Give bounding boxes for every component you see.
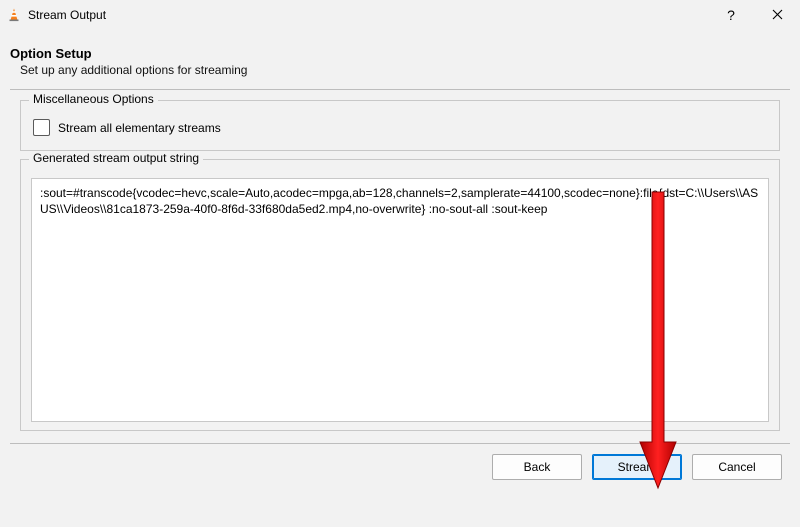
stream-button[interactable]: Stream (592, 454, 682, 480)
cancel-button[interactable]: Cancel (692, 454, 782, 480)
close-button[interactable] (754, 0, 800, 30)
page-title: Option Setup (10, 46, 790, 61)
close-icon (772, 7, 783, 23)
back-button[interactable]: Back (492, 454, 582, 480)
checkbox-stream-all-elementary[interactable]: Stream all elementary streams (31, 115, 769, 140)
page-header: Option Setup Set up any additional optio… (0, 30, 800, 85)
group-legend: Miscellaneous Options (29, 92, 158, 106)
divider (10, 89, 790, 90)
group-miscellaneous-options: Miscellaneous Options Stream all element… (20, 100, 780, 151)
checkbox-box-icon (33, 119, 50, 136)
help-button[interactable]: ? (708, 0, 754, 30)
dialog-footer: Back Stream Cancel (0, 444, 800, 490)
window-title: Stream Output (28, 8, 708, 22)
group-legend: Generated stream output string (29, 151, 203, 165)
checkbox-label: Stream all elementary streams (58, 121, 221, 135)
question-icon: ? (727, 7, 735, 23)
page-subtitle: Set up any additional options for stream… (10, 63, 790, 77)
generated-output-textbox[interactable]: :sout=#transcode{vcodec=hevc,scale=Auto,… (31, 178, 769, 422)
vlc-cone-icon (6, 7, 22, 23)
titlebar: Stream Output ? (0, 0, 800, 30)
group-generated-output-string: Generated stream output string :sout=#tr… (20, 159, 780, 431)
